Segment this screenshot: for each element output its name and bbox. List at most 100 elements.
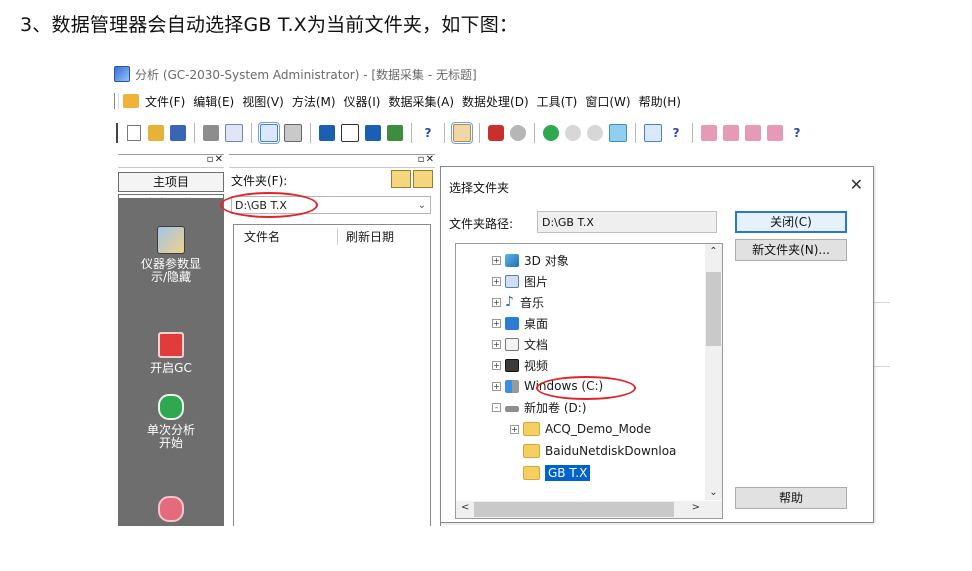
tree-item-label: 文档 — [524, 337, 549, 352]
menu-edit[interactable]: 编辑(E) — [191, 93, 240, 110]
nav-start-gc[interactable]: 开启GC — [118, 332, 224, 375]
expand-icon[interactable]: + — [492, 360, 501, 370]
tool-icon[interactable] — [609, 124, 627, 142]
scroll-up-icon[interactable]: ⌃ — [705, 246, 722, 257]
batch-c-icon[interactable] — [745, 125, 761, 141]
new-doc-icon[interactable] — [126, 125, 142, 141]
menu-window[interactable]: 窗口(W) — [583, 93, 636, 110]
layout-icon[interactable] — [644, 124, 662, 142]
view-b-icon[interactable] — [284, 124, 302, 142]
toolbar-separator — [411, 123, 412, 143]
close-button[interactable]: 关闭(C) — [735, 211, 847, 233]
print-preview-icon[interactable] — [225, 124, 243, 142]
scroll-thumb-horizontal[interactable] — [474, 502, 674, 517]
nav-single-analysis[interactable]: 单次分析开始 — [118, 394, 224, 450]
window-title: 分析 (GC-2030-System Administrator) - [数据采… — [135, 67, 477, 82]
expand-icon[interactable]: + — [510, 424, 519, 434]
help-icon-3[interactable]: ? — [789, 125, 805, 141]
folder-browse-icon[interactable] — [413, 170, 433, 188]
pane-close-icon[interactable]: ▫ ✕ — [207, 154, 223, 165]
tree-item-gbtx[interactable]: GB T.X — [523, 463, 591, 483]
main-toolbar: ? ? ? — [114, 120, 890, 146]
scroll-down-icon[interactable]: ⌄ — [705, 487, 722, 498]
expand-icon[interactable]: + — [492, 339, 501, 349]
tree-item-baidu[interactable]: BaiduNetdiskDownloa — [523, 441, 676, 461]
batch-a-icon[interactable] — [701, 125, 717, 141]
save-icon[interactable] — [170, 125, 186, 141]
expand-icon[interactable]: + — [492, 297, 501, 307]
assistant-bar: ▫ ✕ 主项目 数据采集 仪器参数显示/隐藏 开启GC 单次分析开始 — [118, 154, 224, 526]
stop-analysis-icon — [158, 496, 184, 522]
batch-b-icon[interactable] — [723, 125, 739, 141]
collapse-icon[interactable]: - — [492, 402, 501, 412]
menu-method[interactable]: 方法(M) — [290, 93, 342, 110]
menu-acquisition[interactable]: 数据采集(A) — [386, 93, 460, 110]
column-filename[interactable]: 文件名 — [234, 228, 338, 245]
tree-item-videos[interactable]: + 视频 — [492, 355, 548, 375]
tree-item-desktop[interactable]: + 桌面 — [492, 313, 548, 333]
expand-icon[interactable]: + — [492, 381, 501, 391]
menu-processing[interactable]: 数据处理(D) — [460, 93, 535, 110]
toolbar-separator — [310, 123, 311, 143]
horizontal-scrollbar[interactable]: < > — [456, 501, 722, 518]
menu-tools[interactable]: 工具(T) — [535, 93, 584, 110]
nav-instrument-params[interactable]: 仪器参数显示/隐藏 — [118, 226, 224, 284]
view-c-icon[interactable] — [319, 125, 335, 141]
view-f-icon[interactable] — [387, 125, 403, 141]
view-d-icon[interactable] — [341, 124, 359, 142]
status-icon[interactable] — [510, 125, 526, 141]
folder-path-label: 文件夹路径: — [449, 217, 514, 231]
tree-item-documents[interactable]: + 文档 — [492, 334, 548, 354]
monitor-icon[interactable] — [565, 125, 581, 141]
help-icon-2[interactable]: ? — [668, 125, 684, 141]
folder-icon — [523, 444, 540, 458]
close-icon[interactable]: ✕ — [850, 175, 863, 194]
drive-icon — [505, 406, 519, 412]
expand-icon[interactable]: + — [492, 318, 501, 328]
open-folder-icon[interactable] — [148, 125, 164, 141]
tree-item-drive-d[interactable]: - 新加卷 (D:) — [492, 397, 586, 417]
tree-item-3d-objects[interactable]: + 3D 对象 — [492, 250, 569, 270]
start-icon[interactable] — [543, 125, 559, 141]
stop-icon[interactable] — [488, 125, 504, 141]
assistant-bar-header: ▫ ✕ — [118, 154, 224, 168]
folder-up-icon[interactable] — [391, 170, 411, 188]
tree-item-music[interactable]: + ♪ 音乐 — [492, 292, 544, 312]
menu-help[interactable]: 帮助(H) — [637, 93, 687, 110]
view-a-icon[interactable] — [258, 122, 280, 144]
help-button[interactable]: 帮助 — [735, 487, 847, 509]
menu-view[interactable]: 视图(V) — [240, 93, 290, 110]
help-icon[interactable]: ? — [420, 125, 436, 141]
vertical-scrollbar[interactable]: ⌃ ⌄ — [705, 244, 722, 500]
toolbar-grip — [116, 123, 118, 143]
menubar-grip — [114, 93, 119, 109]
print-icon[interactable] — [203, 125, 219, 141]
column-refresh-date[interactable]: 刷新日期 — [338, 228, 394, 245]
expand-icon[interactable]: + — [492, 255, 501, 265]
main-project-button[interactable]: 主项目 — [118, 172, 224, 192]
scroll-right-icon[interactable]: > — [692, 502, 700, 513]
toolbar-separator — [534, 123, 535, 143]
expand-icon[interactable]: + — [492, 276, 501, 286]
tree-item-acq-demo[interactable]: + ACQ_Demo_Mode — [510, 419, 651, 439]
scroll-left-icon[interactable]: < — [461, 502, 469, 513]
menu-instrument[interactable]: 仪器(I) — [342, 93, 387, 110]
toolbar-separator — [194, 123, 195, 143]
instrument-icon[interactable] — [451, 122, 473, 144]
menu-file[interactable]: 文件(F) — [143, 93, 191, 110]
folder-icon — [523, 422, 540, 436]
tree-item-pictures[interactable]: + 图片 — [492, 271, 548, 291]
3d-objects-icon — [505, 253, 519, 267]
folder-label: 文件夹(F): — [231, 174, 288, 188]
chain-icon[interactable] — [587, 125, 603, 141]
file-list[interactable]: 文件名 刷新日期 — [233, 224, 431, 526]
file-list-header: 文件名 刷新日期 — [234, 225, 430, 245]
nav-stop-analysis[interactable] — [118, 496, 224, 526]
view-e-icon[interactable] — [365, 125, 381, 141]
new-folder-button[interactable]: 新文件夹(N)... — [735, 239, 847, 261]
data-explorer-header: ▫ ✕ — [229, 154, 435, 168]
folder-path-field[interactable]: D:\GB T.X — [537, 211, 717, 233]
explorer-close-icon[interactable]: ▫ ✕ — [418, 154, 434, 165]
batch-d-icon[interactable] — [767, 125, 783, 141]
scroll-thumb[interactable] — [706, 272, 721, 346]
